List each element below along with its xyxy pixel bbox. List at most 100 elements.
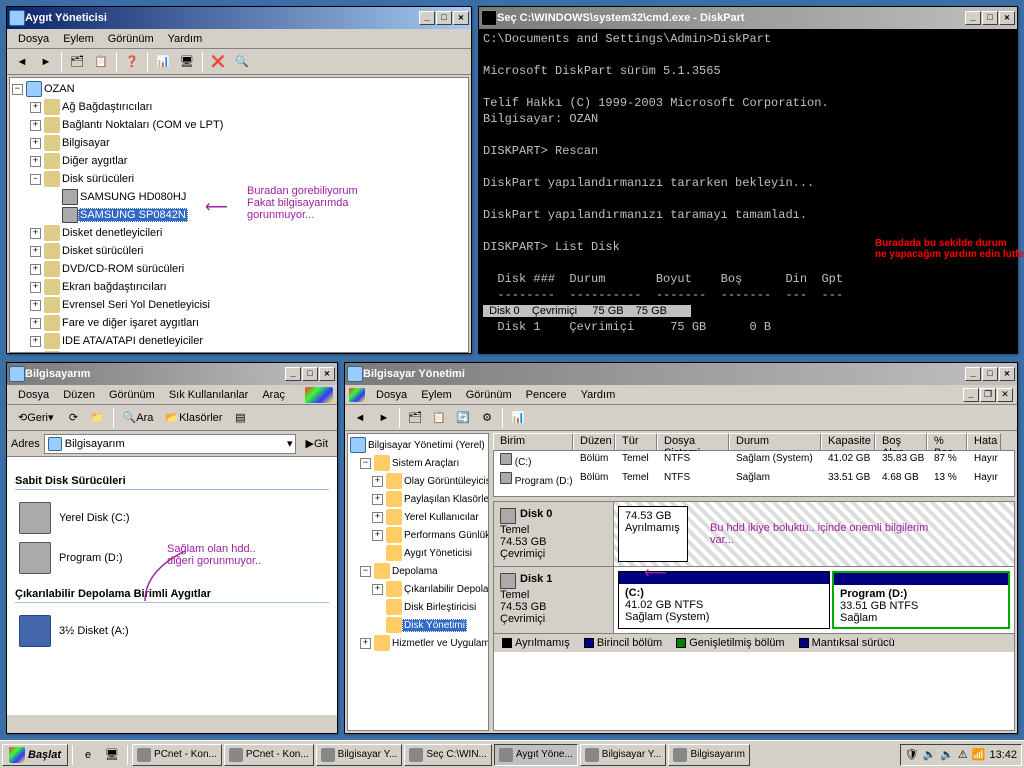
search-button[interactable]: 🔍 Ara [118,407,159,429]
tree-category[interactable]: +Bilgisayar [30,134,466,152]
tree-category[interactable]: +Evrensel Seri Yol Denetleyicisi [30,296,466,314]
volume-row[interactable]: Program (D:)BölümTemelNTFSSağlam33.51 GB… [494,470,1014,489]
col-header[interactable]: Birim [493,433,573,450]
tb7[interactable]: 🔍 [231,51,253,73]
tb3[interactable]: ❓ [121,51,143,73]
disk1-info[interactable]: Disk 1 Temel 74.53 GB Çevrimiçi [494,567,614,633]
up-button[interactable]: 📁 [87,407,109,429]
folders-button[interactable]: 📂 Klasörler [160,407,227,429]
mycomp-titlebar[interactable]: Bilgisayarım _ □ ✕ [7,363,337,385]
menu-help[interactable]: Yardım [574,387,623,403]
cmd-titlebar[interactable]: Seç C:\WINDOWS\system32\cmd.exe - DiskPa… [479,7,1017,29]
menu-help[interactable]: Yardım [161,31,210,47]
menu-view[interactable]: Görünüm [459,387,519,403]
mdi-min[interactable]: _ [963,388,979,402]
taskbar-button[interactable]: PCnet - Kon... [224,744,314,766]
taskbar-button[interactable]: PCnet - Kon... [132,744,222,766]
back-button[interactable]: ◄ [11,51,33,73]
mgmt-tree-item[interactable]: Disk Birleştiricisi [372,598,486,616]
col-header[interactable]: Dosya Sistemi [657,433,729,450]
taskbar-button[interactable]: Bilgisayar Y... [580,744,667,766]
tray-net-icon[interactable]: 📶 [972,748,986,761]
tray-vol-icon[interactable]: 🔊 [922,748,936,761]
menu-view[interactable]: Görünüm [102,387,162,403]
tb1[interactable]: 🗂 [66,51,88,73]
start-button[interactable]: Başlat [2,744,68,766]
mdi-close[interactable]: ✕ [997,388,1013,402]
minimize-button[interactable]: _ [419,11,435,25]
tray-shield-icon[interactable]: 🛡 [905,748,919,761]
device-tree[interactable]: − OZAN +Ağ Bağdaştırıcıları+Bağlantı Nok… [9,77,469,353]
mgmt-tree-item[interactable]: −Sistem Araçları [360,454,486,472]
menu-view[interactable]: Görünüm [101,31,161,47]
back-button[interactable]: ⟲ Geri ▾ [11,407,61,429]
tray-sound-icon[interactable]: 🔉 [940,748,954,761]
mgmt-tree-item[interactable]: +Performans Günlükleri [372,526,486,544]
col-header[interactable]: Tür [615,433,657,450]
close-button[interactable]: ✕ [999,367,1015,381]
menu-action[interactable]: Eylem [414,387,459,403]
menu-fav[interactable]: Sık Kullanılanlar [162,387,256,403]
tb5[interactable]: 🖥 [176,51,198,73]
tray-warn-icon[interactable]: ⚠ [958,748,968,761]
mgmt-tree[interactable]: Bilgisayar Yönetimi (Yerel) −Sistem Araç… [347,433,489,731]
go-button[interactable]: ▶ Git [300,433,333,455]
tree-category[interactable]: +Ekran bağdaştırıcıları [30,278,466,296]
tree-category[interactable]: +Disket sürücüleri [30,242,466,260]
maximize-button[interactable]: □ [436,11,452,25]
tree-category[interactable]: +Disket denetleyicileri [30,224,466,242]
minimize-button[interactable]: _ [965,11,981,25]
mgmt-tree-item[interactable]: +Hizmetler ve Uygulamalar [360,634,486,652]
menu-file[interactable]: Dosya [11,31,56,47]
mgmt-tree-item[interactable]: +Paylaşılan Klasörler [372,490,486,508]
tree-root[interactable]: − OZAN [12,80,466,98]
addr-value[interactable]: Bilgisayarım [65,438,125,450]
tb-e[interactable]: 📊 [507,407,529,429]
back-button[interactable]: ◄ [349,407,371,429]
quicklaunch-desktop[interactable]: 🖥 [101,744,123,766]
quicklaunch-ie[interactable]: e [77,744,99,766]
col-header[interactable]: Hata [967,433,1001,450]
minimize-button[interactable]: _ [285,367,301,381]
menu-file[interactable]: Dosya [369,387,414,403]
drive-c[interactable]: Yerel Disk (C:) [15,498,329,538]
tree-category[interactable]: +DVD/CD-ROM sürücüleri [30,260,466,278]
fwd-button[interactable]: ► [373,407,395,429]
tree-category[interactable]: +Diğer aygıtlar [30,152,466,170]
col-header[interactable]: Düzen [573,433,615,450]
tree-root[interactable]: Bilgisayar Yönetimi (Yerel) [350,436,486,454]
disk1-part-d[interactable]: Program (D:) 33.51 GB NTFS Sağlam [832,571,1010,629]
drive-floppy[interactable]: 3½ Disket (A:) [15,611,329,651]
tb4[interactable]: 📊 [152,51,174,73]
mgmt-tree-item[interactable]: +Çıkarılabilir Depolama [372,580,486,598]
taskbar-button[interactable]: Seç C:\WIN... [404,744,492,766]
close-button[interactable]: ✕ [319,367,335,381]
mgmt-tree-item[interactable]: +Olay Görüntüleyicisi [372,472,486,490]
menu-action[interactable]: Eylem [56,31,101,47]
tree-category[interactable]: +Bağlantı Noktaları (COM ve LPT) [30,116,466,134]
compmgmt-titlebar[interactable]: Bilgisayar Yönetimi _ □ ✕ [345,363,1017,385]
volume-list[interactable]: (C:)BölümTemelNTFSSağlam (System)41.02 G… [493,451,1015,497]
disk0-info[interactable]: Disk 0 Temel 74.53 GB Çevrimiçi [494,502,614,566]
views-button[interactable]: ▤ [229,407,251,429]
tb-c[interactable]: 🔄 [452,407,474,429]
minimize-button[interactable]: _ [965,367,981,381]
menu-file[interactable]: Dosya [11,387,56,403]
taskbar-button[interactable]: Bilgisayar Y... [316,744,403,766]
system-tray[interactable]: 🛡 🔊 🔉 ⚠ 📶 13:42 [900,744,1022,766]
close-button[interactable]: ✕ [999,11,1015,25]
tb-a[interactable]: 🗂 [404,407,426,429]
menu-edit[interactable]: Düzen [56,387,102,403]
col-header[interactable]: % Boş [927,433,967,450]
maximize-button[interactable]: □ [982,11,998,25]
maximize-button[interactable]: □ [982,367,998,381]
taskbar-button[interactable]: Bilgisayarım [668,744,749,766]
menu-tools[interactable]: Araç [255,387,292,403]
col-header[interactable]: Durum [729,433,821,450]
mgmt-tree-item[interactable]: +Yerel Kullanıcılar [372,508,486,526]
fwd-button[interactable]: ► [35,51,57,73]
dropdown-icon[interactable]: ▾ [287,437,293,450]
mgmt-tree-item[interactable]: Aygıt Yöneticisi [372,544,486,562]
taskbar-button[interactable]: Aygıt Yöne... [494,744,578,766]
tree-category[interactable]: +Fare ve diğer işaret aygıtları [30,314,466,332]
